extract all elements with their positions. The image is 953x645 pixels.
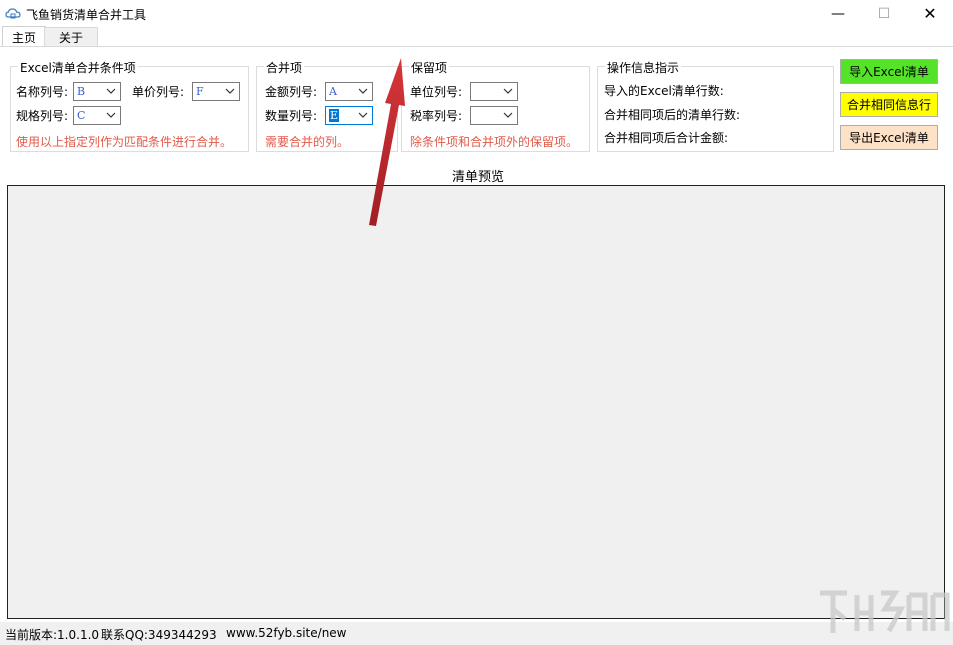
tax-column-label: 税率列号: bbox=[410, 107, 462, 124]
unit-column-label: 单位列号: bbox=[410, 83, 462, 100]
tax-column-select[interactable] bbox=[470, 106, 518, 125]
merge-rows-button[interactable]: 合并相同信息行 bbox=[840, 92, 938, 117]
unit-column-select[interactable] bbox=[470, 82, 518, 101]
window-title: 飞鱼销货清单合并工具 bbox=[26, 6, 146, 23]
contact-text: 联系QQ:349344293 bbox=[101, 626, 217, 643]
chevron-down-icon bbox=[358, 110, 368, 120]
minimize-button[interactable]: — bbox=[815, 0, 861, 27]
spec-column-value: C bbox=[77, 109, 85, 122]
quantity-column-value: E bbox=[329, 109, 339, 122]
price-column-value: F bbox=[196, 85, 204, 98]
merged-rows-label: 合并相同项后的清单行数: bbox=[604, 106, 740, 123]
keep-items-legend: 保留项 bbox=[409, 59, 449, 76]
title-bar: 飞鱼销货清单合并工具 — ☐ ✕ bbox=[0, 0, 953, 27]
export-excel-button[interactable]: 导出Excel清单 bbox=[840, 125, 938, 150]
imported-rows-label: 导入的Excel清单行数: bbox=[604, 82, 724, 99]
version-text: 当前版本:1.0.1.0 bbox=[5, 626, 99, 643]
preview-grid[interactable] bbox=[7, 185, 945, 619]
chevron-down-icon bbox=[225, 86, 235, 96]
price-column-select[interactable]: F bbox=[192, 82, 240, 101]
chevron-down-icon bbox=[503, 86, 513, 96]
merged-amount-label: 合并相同项后合计金额: bbox=[604, 129, 728, 146]
preview-title: 清单预览 bbox=[452, 166, 504, 185]
spec-column-select[interactable]: C bbox=[73, 106, 121, 125]
conditions-hint: 使用以上指定列作为匹配条件进行合并。 bbox=[16, 133, 232, 150]
watermark-logo bbox=[815, 585, 950, 643]
tab-strip: 主页 关于 bbox=[0, 27, 953, 47]
website-link[interactable]: www.52fyb.site/new bbox=[226, 626, 347, 640]
chevron-down-icon bbox=[106, 110, 116, 120]
import-excel-button[interactable]: 导入Excel清单 bbox=[840, 59, 938, 84]
app-icon bbox=[5, 6, 21, 22]
maximize-button[interactable]: ☐ bbox=[861, 0, 907, 27]
keep-items-hint: 除条件项和合并项外的保留项。 bbox=[410, 133, 578, 150]
info-group: 操作信息指示 导入的Excel清单行数: 合并相同项后的清单行数: 合并相同项后… bbox=[597, 66, 834, 152]
conditions-legend: Excel清单合并条件项 bbox=[18, 59, 138, 76]
info-legend: 操作信息指示 bbox=[605, 59, 681, 76]
tab-about[interactable]: 关于 bbox=[44, 27, 98, 47]
merge-items-hint: 需要合并的列。 bbox=[265, 133, 349, 150]
quantity-column-select[interactable]: E bbox=[325, 106, 373, 125]
amount-column-select[interactable]: A bbox=[325, 82, 373, 101]
chevron-down-icon bbox=[503, 110, 513, 120]
merge-items-legend: 合并项 bbox=[264, 59, 304, 76]
tab-home[interactable]: 主页 bbox=[2, 26, 46, 47]
keep-items-group: 保留项 单位列号: 税率列号: 除条件项和合并项外的保留项。 bbox=[401, 66, 590, 152]
chevron-down-icon bbox=[106, 86, 116, 96]
name-column-label: 名称列号: bbox=[16, 83, 68, 100]
name-column-value: B bbox=[77, 85, 85, 98]
amount-column-label: 金额列号: bbox=[265, 83, 317, 100]
chevron-down-icon bbox=[358, 86, 368, 96]
price-column-label: 单价列号: bbox=[132, 83, 184, 100]
conditions-group: Excel清单合并条件项 名称列号: B 单价列号: F 规格列号: C 使用以… bbox=[10, 66, 249, 152]
status-bar: 当前版本:1.0.1.0 联系QQ:349344293 www.52fyb.si… bbox=[0, 622, 953, 645]
name-column-select[interactable]: B bbox=[73, 82, 121, 101]
amount-column-value: A bbox=[329, 85, 337, 98]
close-button[interactable]: ✕ bbox=[907, 0, 953, 27]
merge-items-group: 合并项 金额列号: A 数量列号: E 需要合并的列。 bbox=[256, 66, 398, 152]
quantity-column-label: 数量列号: bbox=[265, 107, 317, 124]
spec-column-label: 规格列号: bbox=[16, 107, 68, 124]
